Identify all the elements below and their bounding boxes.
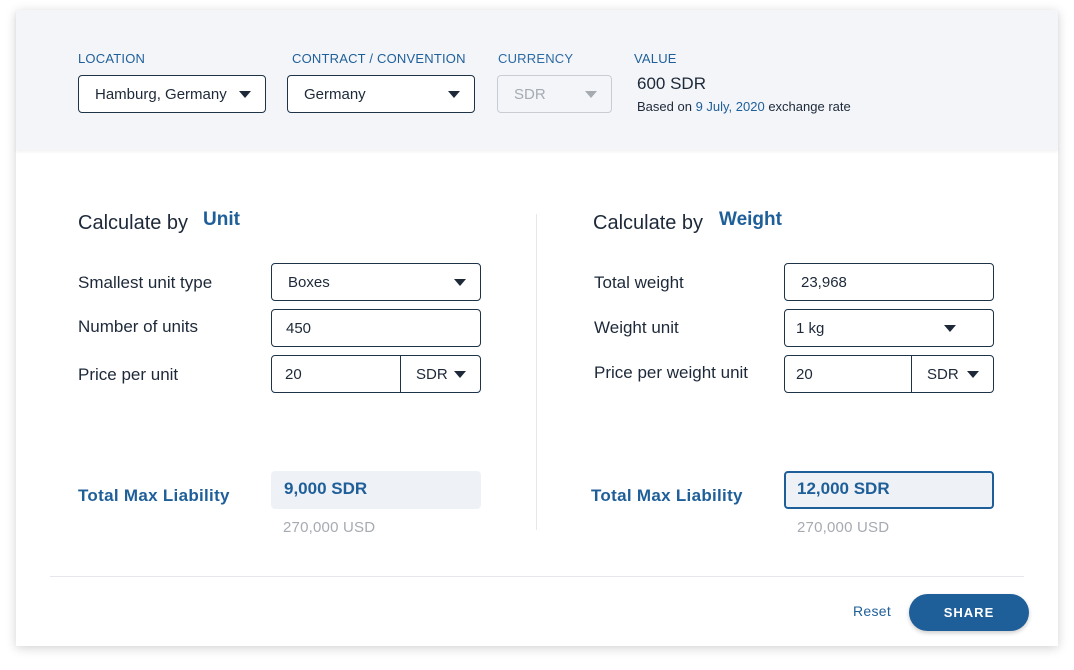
weight-section-accent: Weight — [719, 209, 782, 230]
header-panel: LOCATION Hamburg, Germany CONTRACT / CON… — [16, 10, 1058, 150]
chevron-down-icon — [967, 371, 979, 378]
weight-total-value: 12,000 SDR — [784, 471, 994, 509]
chevron-down-icon — [448, 91, 460, 98]
contract-value: Germany — [304, 85, 366, 103]
chevron-down-icon — [944, 325, 956, 332]
price-per-weight-currency-value: SDR — [927, 365, 959, 383]
number-units-label: Number of units — [78, 317, 198, 336]
unit-section-title: Calculate by — [78, 212, 189, 234]
price-per-unit-field: 20 SDR — [271, 355, 481, 393]
price-per-weight-input[interactable]: 20 — [785, 356, 912, 392]
reset-button[interactable]: Reset — [853, 603, 891, 619]
contract-label: CONTRACT / CONVENTION — [292, 51, 466, 66]
number-units-input[interactable]: 450 — [271, 309, 481, 347]
share-button[interactable]: SHARE — [909, 594, 1029, 631]
location-label: LOCATION — [78, 51, 146, 66]
price-per-weight-label: Price per weight unit — [594, 363, 749, 382]
column-divider — [536, 214, 537, 530]
unit-total-value: 9,000 SDR — [271, 471, 481, 509]
smallest-unit-value: Boxes — [288, 273, 330, 291]
note-suffix: exchange rate — [768, 99, 851, 114]
chevron-down-icon — [239, 91, 251, 98]
footer-divider — [50, 576, 1024, 577]
currency-value: SDR — [514, 85, 546, 103]
value-label: VALUE — [634, 51, 677, 66]
weight-total-usd: 270,000 USD — [797, 519, 890, 536]
currency-select[interactable]: SDR — [497, 75, 612, 113]
chevron-down-icon — [585, 91, 597, 98]
exchange-rate-date: 9 July, 2020 — [695, 99, 765, 114]
smallest-unit-label: Smallest unit type — [78, 273, 213, 292]
weight-unit-label: Weight unit — [594, 318, 679, 337]
weight-unit-value: 1 kg — [796, 319, 825, 337]
currency-label: CURRENCY — [498, 51, 574, 66]
location-select[interactable]: Hamburg, Germany — [78, 75, 266, 113]
location-value: Hamburg, Germany — [95, 85, 227, 103]
weight-total-label: Total Max Liability — [591, 486, 743, 505]
unit-total-label: Total Max Liability — [78, 486, 230, 505]
price-per-unit-input[interactable]: 20 — [272, 356, 401, 392]
unit-total-usd: 270,000 USD — [283, 519, 376, 536]
weight-section-title: Calculate by — [593, 212, 704, 234]
weight-unit-select[interactable]: 1 kg — [784, 309, 994, 347]
chevron-down-icon — [454, 279, 466, 286]
value-amount: 600 SDR — [637, 74, 706, 93]
price-per-unit-label: Price per unit — [78, 365, 179, 384]
price-per-weight-currency-select[interactable]: SDR — [912, 356, 993, 392]
smallest-unit-select[interactable]: Boxes — [271, 263, 481, 301]
note-prefix: Based on — [637, 99, 692, 114]
total-weight-label: Total weight — [594, 273, 684, 292]
price-per-unit-currency-value: SDR — [416, 365, 448, 383]
total-weight-input[interactable]: 23,968 — [784, 263, 994, 301]
chevron-down-icon — [454, 371, 466, 378]
unit-section-accent: Unit — [203, 209, 240, 230]
price-per-unit-currency-select[interactable]: SDR — [401, 356, 480, 392]
liability-calculator-card: LOCATION Hamburg, Germany CONTRACT / CON… — [16, 10, 1058, 646]
number-units-value: 450 — [286, 319, 312, 337]
price-per-weight-field: 20 SDR — [784, 355, 994, 393]
total-weight-value: 23,968 — [801, 273, 847, 291]
exchange-rate-note: Based on 9 July, 2020 exchange rate — [637, 99, 851, 114]
contract-select[interactable]: Germany — [287, 75, 475, 113]
